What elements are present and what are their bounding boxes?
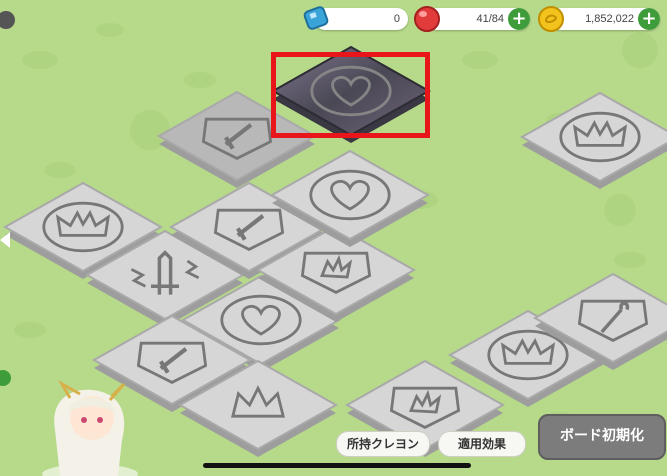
coin-counter: 1,852,022 + [536, 5, 662, 33]
home-indicator [203, 463, 471, 468]
tile-crown-top-right[interactable] [519, 91, 667, 189]
stamina-counter: 41/84 + [412, 5, 532, 33]
gem-value: 0 [393, 13, 400, 25]
character-avatar[interactable] [42, 380, 138, 476]
menu-button[interactable] [0, 11, 15, 29]
red-jelly-icon [414, 6, 440, 32]
blue-gem-icon [303, 6, 329, 30]
side-green-button[interactable] [0, 370, 11, 386]
gold-coin-icon [538, 6, 564, 32]
add-stamina-button[interactable]: + [508, 8, 530, 30]
add-coins-button[interactable]: + [638, 8, 660, 30]
coin-value: 1,852,022 [585, 13, 634, 25]
stamina-value: 41/84 [476, 13, 504, 25]
gem-counter: 0 [300, 5, 410, 33]
selection-highlight [271, 52, 430, 138]
board-reset-button[interactable]: ボード初期化 [538, 414, 666, 460]
owned-crayons-button[interactable]: 所持クレヨン [336, 431, 430, 457]
scroll-left-arrow[interactable] [0, 232, 10, 248]
applied-effects-button[interactable]: 適用効果 [438, 431, 526, 457]
